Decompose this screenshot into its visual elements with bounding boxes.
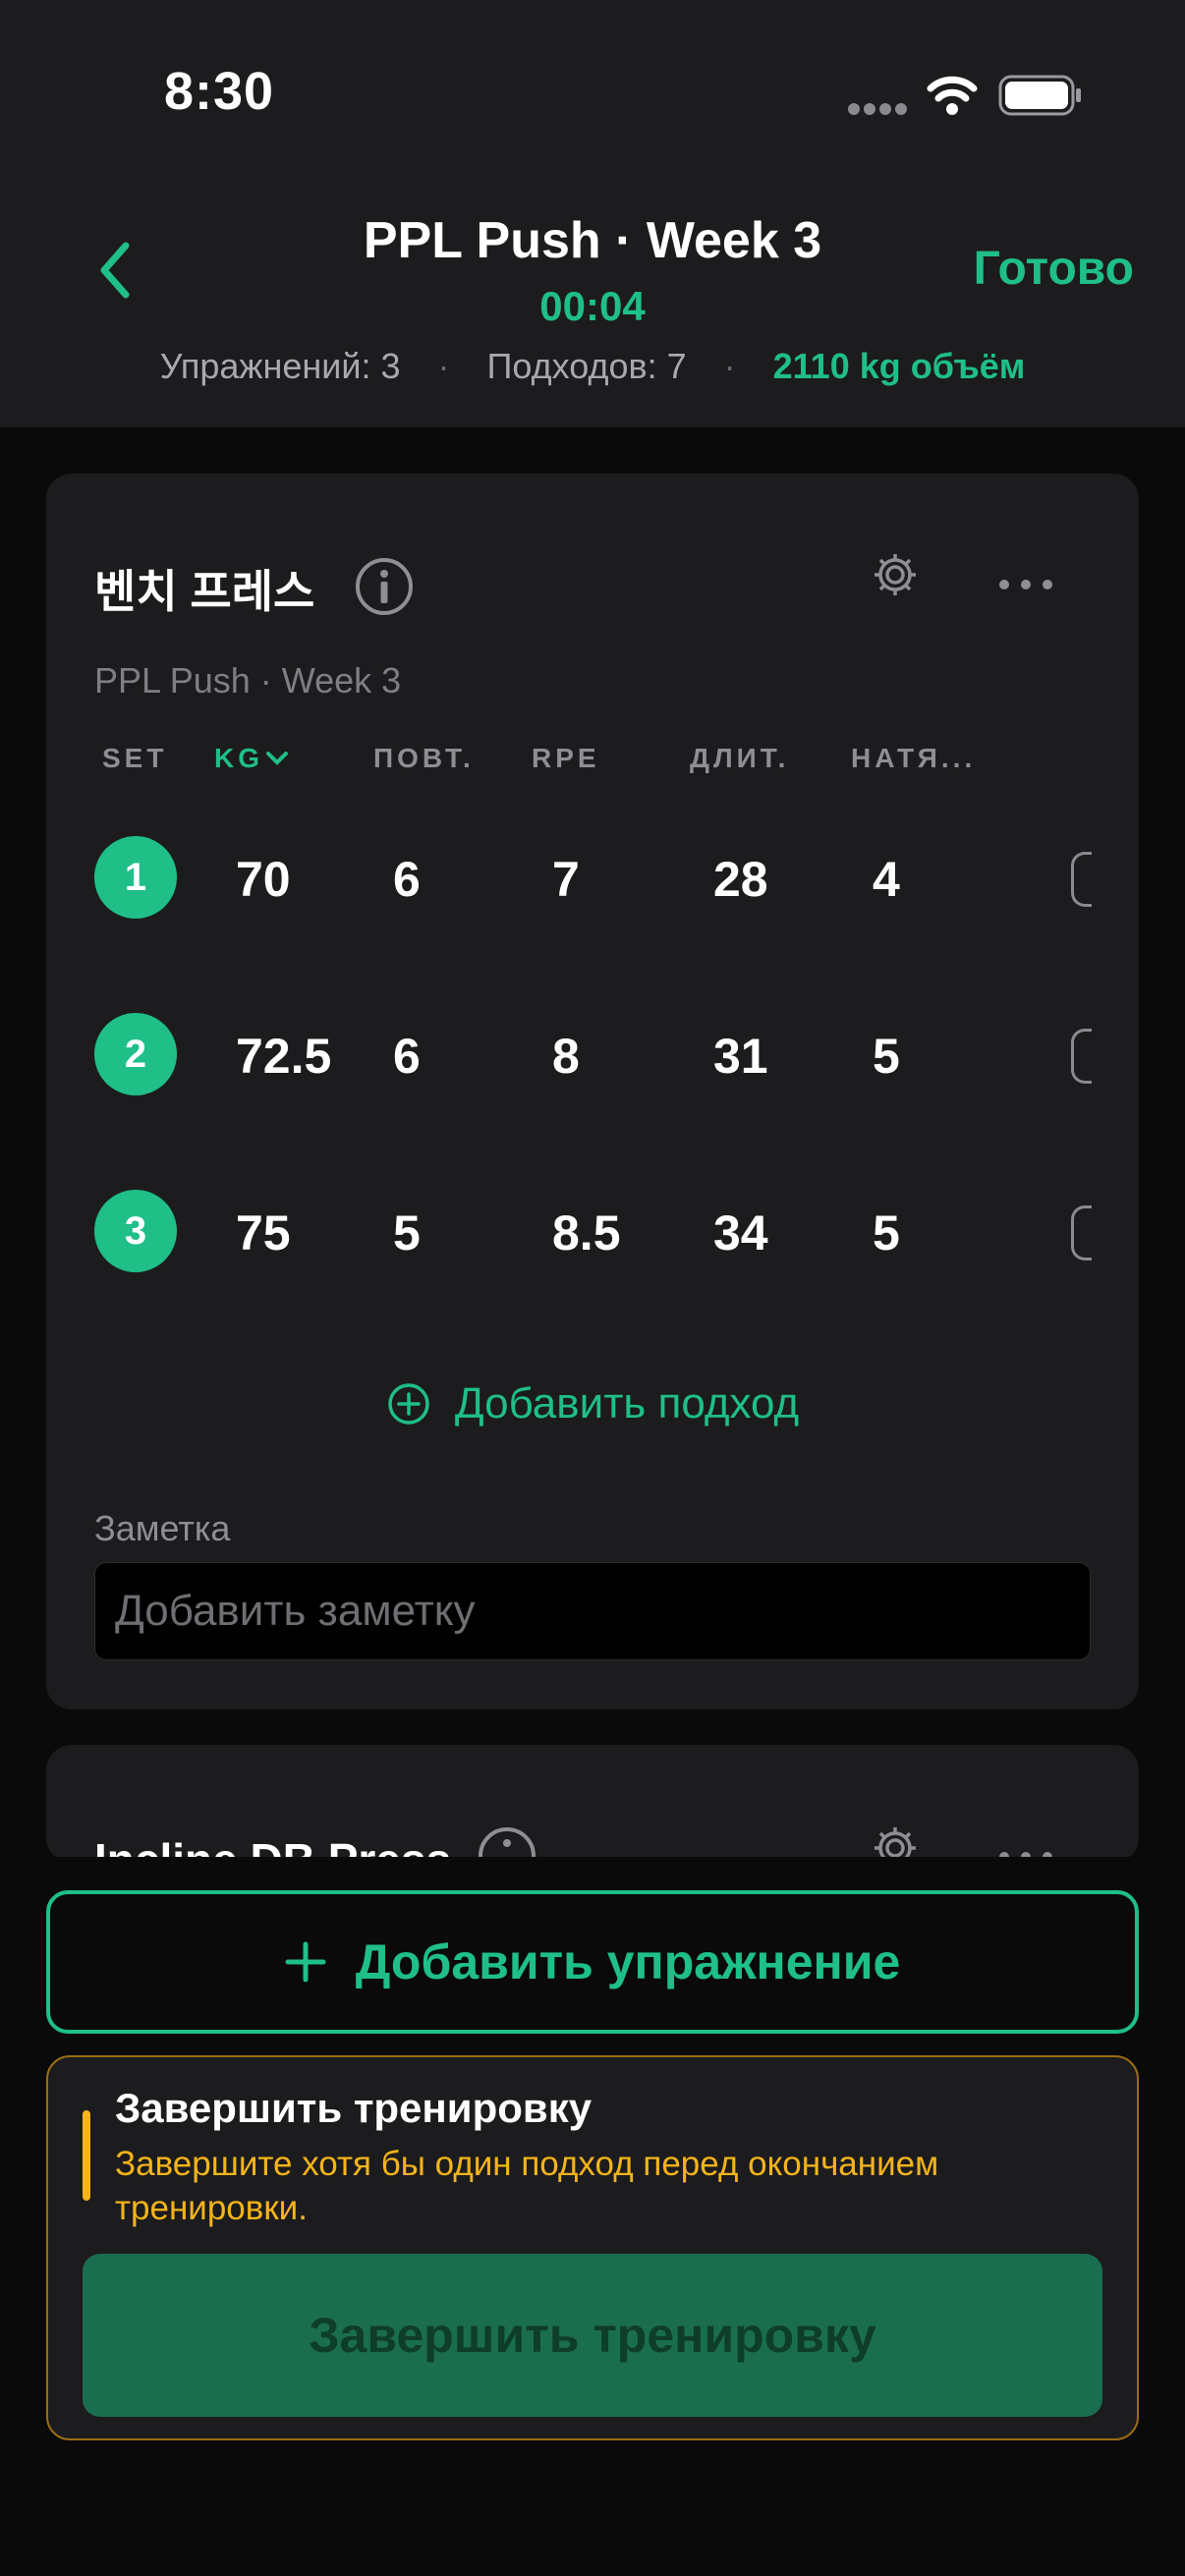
volume-total: 2110 kg объём (772, 346, 1026, 386)
done-button[interactable]: Готово (974, 242, 1134, 296)
set-complete-checkbox[interactable] (1071, 1205, 1092, 1260)
set-weight[interactable]: 72.5 (236, 1028, 331, 1085)
chevron-down-icon (266, 752, 288, 765)
set-complete-checkbox[interactable] (1071, 1029, 1092, 1084)
set-count: Подходов: 7 (486, 346, 687, 386)
set-complete-checkbox[interactable] (1071, 852, 1092, 907)
wifi-icon (927, 73, 978, 121)
exercise-count: Упражнений: 3 (159, 346, 401, 386)
note-input[interactable] (94, 1562, 1091, 1660)
set-weight[interactable]: 75 (236, 1204, 291, 1261)
warning-indicator (83, 2110, 90, 2201)
set-duration[interactable]: 31 (713, 1028, 768, 1085)
set-duration[interactable]: 28 (713, 851, 768, 908)
set-rpe[interactable]: 8 (552, 1028, 580, 1085)
column-header-reps: ПОВТ. (373, 743, 475, 773)
info-button[interactable] (354, 556, 415, 617)
set-number-badge[interactable]: 1 (94, 836, 177, 919)
exercise-more-button[interactable] (998, 570, 1053, 599)
finish-warning-message: Завершите хотя бы один подход перед окон… (115, 2145, 939, 2227)
set-weight[interactable]: 70 (236, 851, 291, 908)
column-header-kg[interactable]: KG (214, 743, 289, 774)
column-header-tension: НАТЯ... (851, 743, 977, 773)
set-tension[interactable]: 5 (873, 1028, 900, 1085)
exercise-subtitle: PPL Push · Week 3 (94, 660, 402, 700)
set-number-badge[interactable]: 2 (94, 1013, 177, 1095)
workout-stats: Упражнений: 3 · Подходов: 7 · 2110 kg об… (0, 346, 1185, 387)
info-icon (356, 558, 413, 615)
exercise-name[interactable]: 벤치 프레스 (94, 556, 314, 621)
add-set-label: Добавить подход (454, 1379, 800, 1428)
more-horizontal-icon (999, 580, 1052, 589)
add-exercise-label: Добавить упражнение (355, 1934, 901, 1989)
exercise-card: Incline DB Press (46, 1745, 1139, 1863)
status-time: 8:30 (164, 62, 275, 121)
finish-workout-button[interactable]: Завершить тренировку (83, 2254, 1102, 2417)
stats-separator: · (723, 346, 736, 386)
gear-icon (875, 554, 916, 595)
set-reps[interactable]: 6 (393, 851, 421, 908)
set-reps[interactable]: 6 (393, 1028, 421, 1085)
set-rpe[interactable]: 8.5 (552, 1204, 621, 1261)
column-header-set: SET (102, 743, 168, 773)
finish-workout-title: Завершить тренировку (115, 2085, 592, 2131)
set-rpe[interactable]: 7 (552, 851, 580, 908)
set-tension[interactable]: 4 (873, 851, 900, 908)
set-number-badge[interactable]: 3 (94, 1190, 177, 1272)
note-label: Заметка (94, 1508, 231, 1548)
battery-icon (998, 75, 1083, 121)
column-header-rpe: RPE (532, 743, 600, 773)
exercise-settings-button[interactable] (871, 550, 920, 599)
signal-icon (847, 102, 908, 121)
set-duration[interactable]: 34 (713, 1204, 768, 1261)
plus-circle-icon (388, 1383, 429, 1425)
add-exercise-button[interactable]: Добавить упражнение (46, 1890, 1139, 2034)
column-header-kg-label: KG (214, 743, 263, 773)
set-reps[interactable]: 5 (393, 1204, 421, 1261)
set-tension[interactable]: 5 (873, 1204, 900, 1261)
column-header-duration: ДЛИТ. (690, 743, 790, 773)
add-set-button[interactable]: Добавить подход (0, 1379, 1185, 1428)
plus-icon (285, 1941, 326, 1983)
stats-separator: · (437, 346, 450, 386)
